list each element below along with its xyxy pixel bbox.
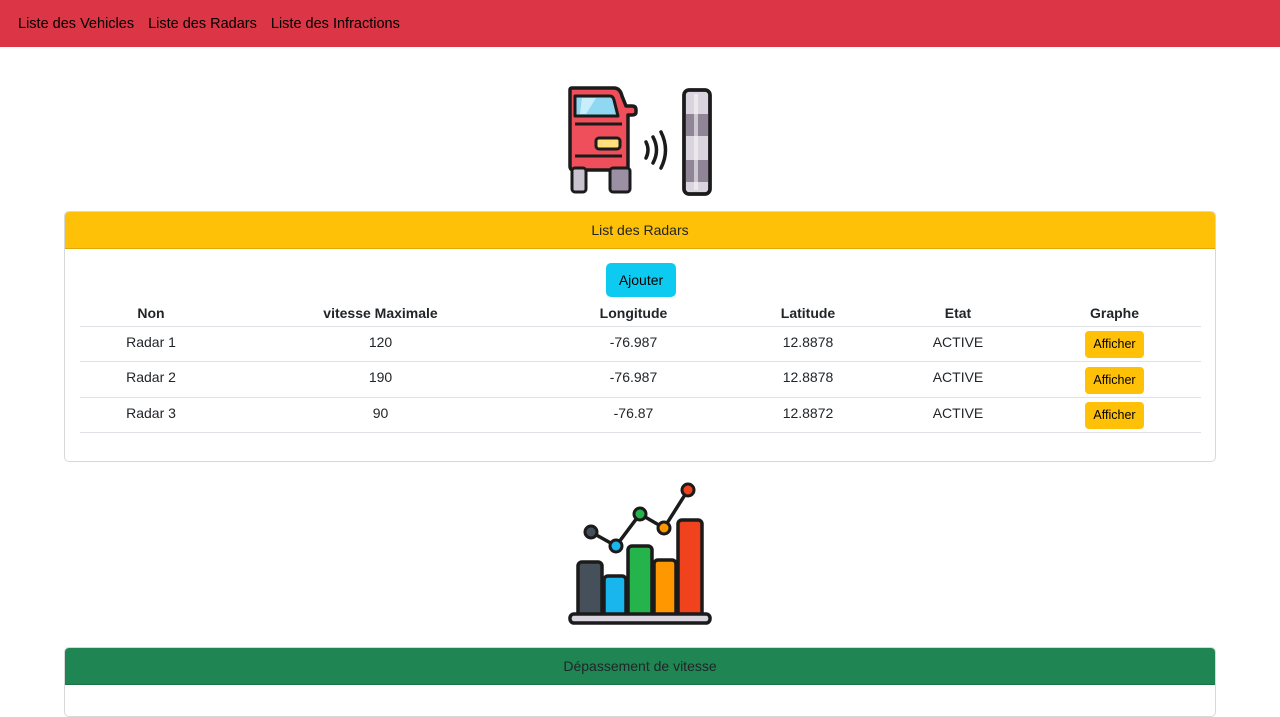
show-graph-button[interactable]: Afficher xyxy=(1085,366,1144,394)
show-graph-button[interactable]: Afficher xyxy=(1085,402,1144,430)
navbar: Liste des Vehicles Liste des Radars List… xyxy=(0,0,1280,47)
cell-max-speed: 190 xyxy=(222,361,539,398)
cell-name: Radar 3 xyxy=(80,397,222,433)
car-radar-icon xyxy=(566,84,716,200)
cell-max-speed: 120 xyxy=(222,326,539,362)
nav-link-radars[interactable]: Liste des Radars xyxy=(148,16,257,32)
cell-latitude: 12.8872 xyxy=(728,397,888,433)
speed-exceed-card: Dépassement de vitesse xyxy=(64,647,1216,717)
add-radar-button[interactable]: Ajouter xyxy=(606,263,676,297)
show-graph-button[interactable]: Afficher xyxy=(1085,331,1144,359)
bar-line-chart-icon xyxy=(566,480,714,628)
cell-state: ACTIVE xyxy=(888,361,1028,398)
cell-latitude: 12.8878 xyxy=(728,361,888,398)
nav-link-vehicles[interactable]: Liste des Vehicles xyxy=(18,16,134,32)
radars-card-header: List des Radars xyxy=(65,212,1215,249)
cell-name: Radar 1 xyxy=(80,326,222,362)
cell-name: Radar 2 xyxy=(80,361,222,398)
cell-graph: Afficher xyxy=(1028,361,1201,398)
cell-longitude: -76.987 xyxy=(539,326,728,362)
radars-card-title: List des Radars xyxy=(591,222,689,238)
column-header-longitude: Longitude xyxy=(539,300,728,327)
table-row: Radar 3 90 -76.87 12.8872 ACTIVE Affiche… xyxy=(80,397,1201,433)
table-row: Radar 2 190 -76.987 12.8878 ACTIVE Affic… xyxy=(80,361,1201,398)
speed-exceed-card-title: Dépassement de vitesse xyxy=(563,658,717,674)
column-header-state: Etat xyxy=(888,300,1028,327)
column-header-latitude: Latitude xyxy=(728,300,888,327)
cell-graph: Afficher xyxy=(1028,326,1201,362)
column-header-max-speed: vitesse Maximale xyxy=(222,300,539,327)
column-header-name: Non xyxy=(80,300,222,327)
table-row: Radar 1 120 -76.987 12.8878 ACTIVE Affic… xyxy=(80,326,1201,362)
cell-state: ACTIVE xyxy=(888,326,1028,362)
column-header-graph: Graphe xyxy=(1028,300,1201,327)
radars-card: List des Radars Ajouter Non vitesse Maxi… xyxy=(64,211,1216,462)
cell-state: ACTIVE xyxy=(888,397,1028,433)
radars-table: Non vitesse Maximale Longitude Latitude … xyxy=(80,300,1201,433)
cell-graph: Afficher xyxy=(1028,397,1201,433)
speed-exceed-card-header: Dépassement de vitesse xyxy=(65,648,1215,685)
cell-latitude: 12.8878 xyxy=(728,326,888,362)
table-header-row: Non vitesse Maximale Longitude Latitude … xyxy=(80,300,1201,327)
cell-longitude: -76.987 xyxy=(539,361,728,398)
cell-longitude: -76.87 xyxy=(539,397,728,433)
nav-link-infractions[interactable]: Liste des Infractions xyxy=(271,16,400,32)
cell-max-speed: 90 xyxy=(222,397,539,433)
